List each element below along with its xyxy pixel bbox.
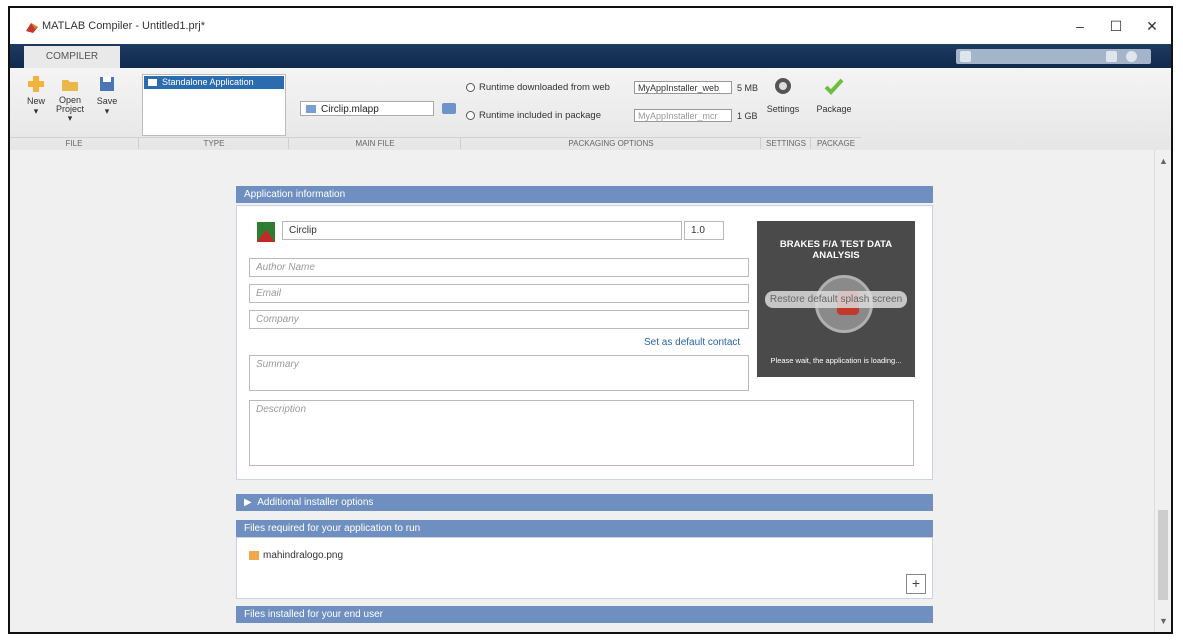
summary-field[interactable]: Summary [249, 355, 749, 391]
group-package: PACKAGE [810, 137, 861, 149]
app-version-field[interactable]: 1.0 [684, 221, 724, 240]
app-icon[interactable] [257, 222, 275, 242]
maximize-button[interactable]: ☐ [1101, 16, 1131, 36]
search-icon[interactable] [960, 51, 971, 62]
splash-screen-image[interactable]: BRAKES F/A TEST DATA ANALYSIS Restore de… [757, 221, 915, 377]
floppy-disk-icon [100, 77, 114, 91]
required-file-name: mahindralogo.png [263, 550, 344, 561]
group-file: FILE [10, 137, 138, 149]
app-name-field[interactable]: Circlip [282, 221, 682, 240]
files-required-body: mahindralogo.png + [236, 537, 933, 599]
gear-icon [775, 78, 791, 94]
vertical-scrollbar[interactable]: ▲ ▼ [1154, 150, 1171, 632]
ribbon-tabstrip: COMPILER [10, 44, 1171, 68]
radio-dot-icon [466, 82, 475, 92]
runtime-package-size: 1 GB [737, 111, 758, 121]
scroll-up-icon[interactable]: ▲ [1159, 156, 1168, 166]
mlapp-file-icon [306, 105, 316, 113]
title-bar: MATLAB Compiler - Untitled1.prj* – ☐ ✕ [10, 8, 1171, 44]
ribbon: New ▾ Open Project ▾ Save ▾ Standalone A… [10, 68, 1171, 151]
quick-access-toolbar [956, 49, 1151, 64]
runtime-package-label: Runtime included in package [479, 110, 601, 121]
runtime-web-name-input[interactable]: MyAppInstaller_web [634, 81, 732, 94]
new-dropdown-icon[interactable]: ▾ [24, 106, 48, 117]
set-default-contact-link[interactable]: Set as default contact [644, 337, 740, 348]
app-window-icon [148, 79, 157, 86]
open-project-button[interactable]: Open Project ▾ [55, 74, 85, 123]
runtime-web-label: Runtime downloaded from web [479, 82, 610, 93]
group-type: TYPE [138, 137, 289, 149]
splash-title: BRAKES F/A TEST DATA ANALYSIS [779, 239, 893, 261]
collapse-icon[interactable] [1106, 51, 1117, 62]
open-dropdown-icon[interactable]: ▾ [55, 114, 85, 123]
save-dropdown-icon[interactable]: ▾ [94, 106, 120, 117]
help-icon[interactable] [1126, 51, 1137, 62]
new-button[interactable]: New ▾ [24, 74, 48, 117]
files-installed-header: Files installed for your end user [236, 606, 933, 623]
company-field[interactable]: Company [249, 310, 749, 329]
save-label: Save [96, 96, 118, 106]
browse-main-file-icon[interactable] [442, 103, 456, 114]
additional-options-label: Additional installer options [257, 497, 374, 508]
email-field[interactable]: Email [249, 284, 749, 303]
restore-splash-button[interactable]: Restore default splash screen [765, 291, 907, 308]
tab-compiler[interactable]: COMPILER [24, 46, 120, 68]
scroll-down-icon[interactable]: ▼ [1159, 616, 1168, 626]
new-label: New [26, 96, 45, 106]
scrollbar-thumb[interactable] [1158, 510, 1168, 600]
group-main-file: MAIN FILE [288, 137, 461, 149]
main-file-field[interactable]: Circlip.mlapp [300, 101, 434, 116]
runtime-web-size: 5 MB [737, 83, 759, 93]
description-field[interactable]: Description [249, 400, 914, 466]
new-plus-icon [28, 76, 44, 92]
settings-button[interactable]: Settings [766, 76, 800, 114]
group-packaging-options: PACKAGING OPTIONS [460, 137, 761, 149]
checkmark-icon [824, 78, 844, 95]
application-information-body: Circlip 1.0 Author Name Email Company Se… [236, 205, 933, 480]
files-required-panel: Files required for your application to r… [236, 520, 933, 600]
matlab-logo-icon [26, 23, 38, 33]
application-type-list[interactable]: Standalone Application [142, 74, 286, 136]
files-required-header: Files required for your application to r… [236, 520, 933, 537]
splash-loading-text: Please wait, the application is loading.… [770, 356, 902, 365]
runtime-package-radio[interactable]: Runtime included in package [466, 110, 601, 121]
project-content: Application information Circlip 1.0 Auth… [10, 150, 1155, 632]
open-label: Open Project [55, 95, 84, 114]
save-button[interactable]: Save ▾ [94, 74, 120, 117]
matlab-compiler-window: MATLAB Compiler - Untitled1.prj* – ☐ ✕ C… [8, 6, 1173, 634]
runtime-web-radio[interactable]: Runtime downloaded from web [466, 82, 610, 93]
image-file-icon [249, 550, 259, 560]
minimize-button[interactable]: – [1065, 16, 1095, 36]
additional-installer-options-header[interactable]: ▶ Additional installer options [236, 494, 933, 511]
package-button[interactable]: Package [816, 76, 852, 114]
group-settings: SETTINGS [760, 137, 811, 149]
author-name-field[interactable]: Author Name [249, 258, 749, 277]
package-label: Package [816, 104, 852, 114]
type-label: Standalone Application [162, 77, 254, 87]
runtime-package-name-input[interactable]: MyAppInstaller_mcr [634, 109, 732, 122]
window-title: MATLAB Compiler - Untitled1.prj* [42, 20, 206, 32]
required-file-item[interactable]: mahindralogo.png [249, 550, 343, 561]
settings-label: Settings [766, 104, 800, 114]
add-file-button[interactable]: + [906, 574, 926, 594]
close-button[interactable]: ✕ [1137, 16, 1167, 36]
folder-icon [62, 80, 78, 91]
main-file-label: Circlip.mlapp [321, 104, 379, 115]
type-standalone-application[interactable]: Standalone Application [144, 76, 284, 89]
application-information-panel: Application information Circlip 1.0 Auth… [236, 186, 933, 482]
radio-dot-icon [466, 110, 475, 120]
application-information-header: Application information [236, 186, 933, 203]
